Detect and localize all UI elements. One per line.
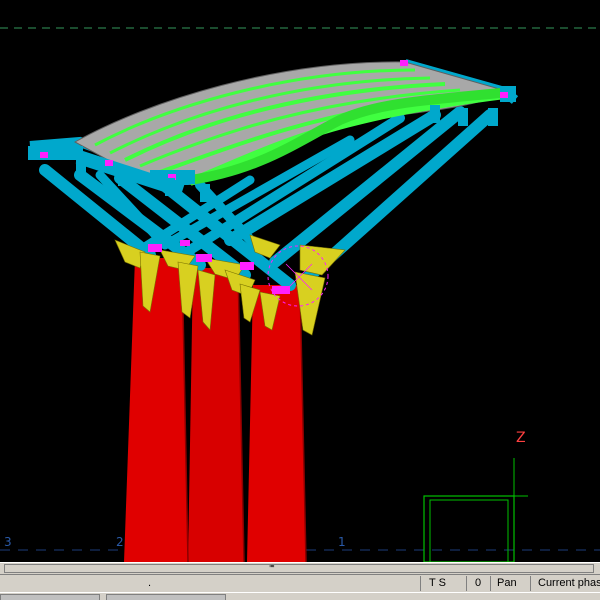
grid-label-1: 1: [338, 535, 346, 549]
status-units: T S: [420, 576, 466, 591]
status-bar: . T S 0 Pan Current phase: 1: [0, 574, 600, 592]
pier-2: [188, 268, 244, 562]
scrollbar-thumb[interactable]: '''': [4, 564, 594, 573]
scrollbar-grip-icon: '''': [269, 564, 275, 573]
axis-z-label: Z: [516, 430, 526, 446]
taskbar-item-1[interactable]: [0, 594, 100, 600]
pier-1: [124, 258, 188, 562]
grid-label-3: 3: [4, 535, 12, 549]
status-phase: Current phase: 1: [530, 576, 600, 591]
pier-3: [247, 285, 306, 562]
grid-label-2: 2: [116, 535, 124, 549]
status-mode: Pan: [490, 576, 530, 591]
taskbar-item-2[interactable]: [106, 594, 226, 600]
taskbar: [0, 592, 600, 600]
structure-model: [0, 27, 600, 562]
status-dot: .: [148, 577, 152, 589]
3d-viewport[interactable]: Z 3 2 1: [0, 0, 600, 562]
axis-gizmo: [423, 458, 528, 562]
status-main-cell: .: [0, 576, 420, 591]
horizontal-scrollbar[interactable]: '''': [0, 562, 600, 574]
status-value: 0: [466, 576, 490, 591]
